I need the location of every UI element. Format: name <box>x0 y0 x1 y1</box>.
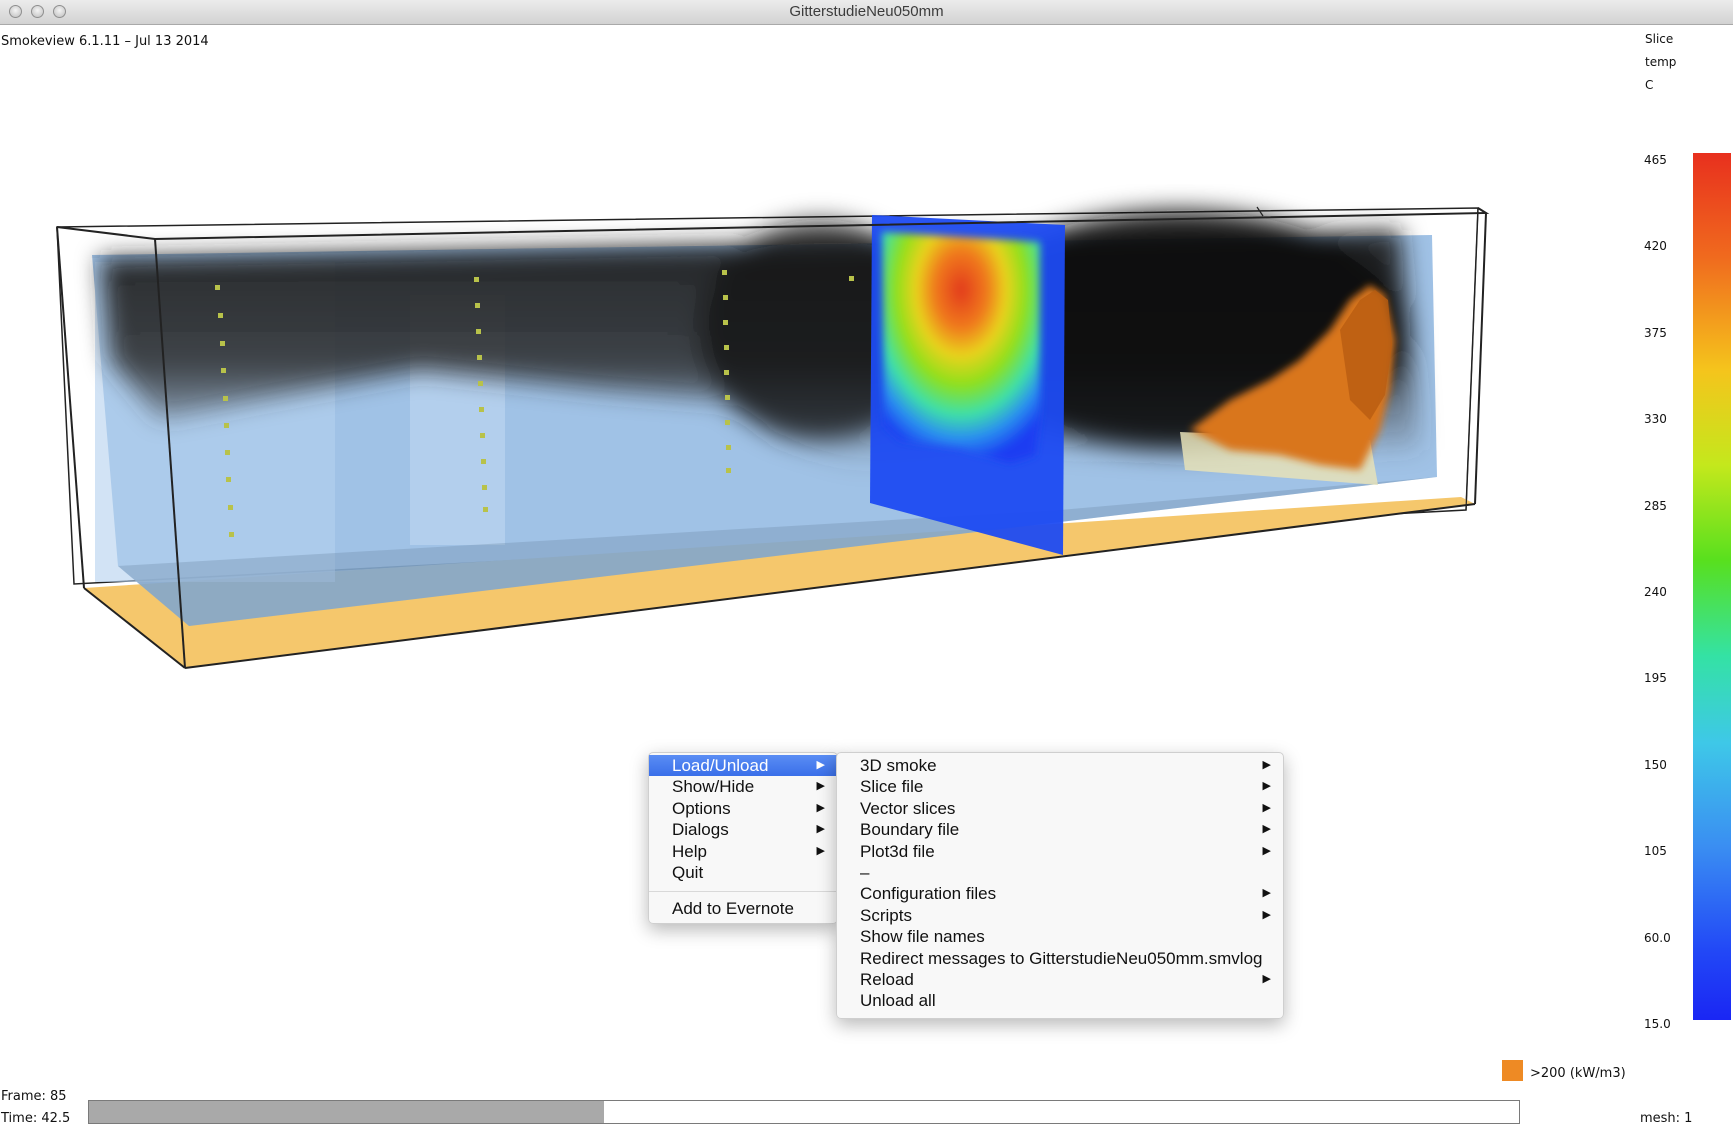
submenu-item-3d-smoke[interactable]: 3D smoke ▶ <box>837 755 1283 776</box>
menu-item-label: Load/Unload <box>672 756 769 775</box>
submenu-arrow-icon: ▶ <box>1262 972 1271 985</box>
submenu-arrow-icon: ▶ <box>816 823 825 836</box>
slice-hot-region <box>882 232 1040 463</box>
colorbar-type-label: Slice <box>1645 32 1674 46</box>
submenu-arrow-icon: ▶ <box>1262 801 1271 814</box>
submenu-item-configuration-files[interactable]: Configuration files ▶ <box>837 883 1283 904</box>
submenu-item-show-file-names[interactable]: Show file names <box>837 926 1283 947</box>
submenu-item-reload[interactable]: Reload ▶ <box>837 969 1283 990</box>
time-slider-progress <box>89 1101 604 1123</box>
menu-item-label: Reload <box>860 969 914 989</box>
submenu-item-redirect-messages-to-gitterstudieneu050mm-smvlog[interactable]: Redirect messages to GitterstudieNeu050m… <box>837 948 1283 969</box>
window-title: GitterstudieNeu050mm <box>789 3 944 20</box>
colorbar-unit-label: C <box>1645 78 1654 92</box>
colorbar-tick-label: 285 <box>1644 498 1667 513</box>
menu-item-load-unload[interactable]: Load/Unload ▶ <box>649 755 837 777</box>
colorbar-tick-label: 420 <box>1644 239 1667 254</box>
submenu-arrow-icon: ▶ <box>1262 759 1271 771</box>
menu-item-options[interactable]: Options ▶ <box>649 798 837 819</box>
hrr-legend-label: >200 (kW/m3) <box>1530 1066 1626 1081</box>
menu-item-label: Slice file <box>860 777 924 797</box>
menu-item-label: Show file names <box>860 927 985 947</box>
colorbar-tick-label: 375 <box>1644 325 1667 340</box>
submenu-arrow-icon: ▶ <box>816 759 825 771</box>
menu-item-dialogs[interactable]: Dialogs ▶ <box>649 819 837 840</box>
menu-item-label: Vector slices <box>860 798 956 818</box>
submenu-item-scripts[interactable]: Scripts ▶ <box>837 905 1283 926</box>
time-slider[interactable] <box>88 1100 1520 1124</box>
submenu-arrow-icon: ▶ <box>1262 908 1271 921</box>
load-unload-submenu: 3D smoke ▶ Slice file ▶ Vector slices ▶ Bounda… <box>836 752 1284 1019</box>
menu-item-show-hide[interactable]: Show/Hide ▶ <box>649 776 837 797</box>
menu-item-label: Help <box>672 841 707 861</box>
menu-item-label: Dialogs <box>672 820 729 840</box>
submenu-item-slice-file[interactable]: Slice file ▶ <box>837 776 1283 797</box>
submenu-arrow-icon: ▶ <box>1262 887 1271 900</box>
submenu-arrow-icon: ▶ <box>816 844 825 857</box>
menu-separator <box>649 891 837 893</box>
colorbar-tick-label: 240 <box>1644 585 1667 599</box>
menu-item-quit[interactable]: Quit <box>649 862 837 883</box>
menu-item-label: Options <box>672 798 731 818</box>
submenu-item-separator[interactable]: – <box>837 862 1283 883</box>
context-menu: Load/Unload ▶ Show/Hide ▶ Options ▶ Dialogs ▶ He… <box>648 752 838 924</box>
menu-item-add-to-evernote[interactable]: Add to Evernote <box>649 898 837 919</box>
frame-label: Frame: 85 <box>1 1089 67 1104</box>
submenu-arrow-icon: ▶ <box>1262 780 1271 793</box>
hrr-legend-swatch <box>1502 1060 1523 1081</box>
colorbar-tick-label: 60.0 <box>1644 930 1671 945</box>
colorbar-tick-label: 150 <box>1644 757 1667 772</box>
window-titlebar: GitterstudieNeu050mm <box>0 0 1733 25</box>
submenu-item-boundary-file[interactable]: Boundary file ▶ <box>837 819 1283 840</box>
submenu-item-vector-slices[interactable]: Vector slices ▶ <box>837 798 1283 819</box>
time-label: Time: 42.5 <box>1 1111 71 1126</box>
menu-item-label: – <box>860 862 870 882</box>
colorbar-tick-label: 465 <box>1644 153 1667 167</box>
colorbar-tick-label: 105 <box>1644 844 1667 859</box>
submenu-item-unload-all[interactable]: Unload all <box>837 990 1283 1011</box>
menu-item-label: 3D smoke <box>860 756 937 775</box>
submenu-item-plot3d-file[interactable]: Plot3d file ▶ <box>837 841 1283 862</box>
colorbar-tick-label: 330 <box>1644 412 1667 427</box>
submenu-arrow-icon: ▶ <box>1262 823 1271 836</box>
menu-item-label: Redirect messages to GitterstudieNeu050m… <box>860 948 1263 968</box>
menu-item-help[interactable]: Help ▶ <box>649 841 837 862</box>
mesh-label: mesh: 1 <box>1640 1111 1693 1126</box>
submenu-arrow-icon: ▶ <box>1262 844 1271 857</box>
menu-item-label: Show/Hide <box>672 777 755 797</box>
menu-item-label: Plot3d file <box>860 841 935 861</box>
submenu-arrow-icon: ▶ <box>816 801 825 814</box>
menu-item-label: Configuration files <box>860 884 997 904</box>
menu-item-label: Quit <box>672 862 704 882</box>
submenu-arrow-icon: ▶ <box>816 780 825 793</box>
menu-item-label: Boundary file <box>860 820 960 840</box>
menu-item-label: Scripts <box>860 905 912 925</box>
colorbar-tick-label: 15.0 <box>1644 1017 1671 1031</box>
temperature-colorbar <box>1693 153 1731 1020</box>
colorbar-quantity-label: temp <box>1645 55 1677 69</box>
menu-item-label: Unload all <box>860 991 936 1011</box>
colorbar-tick-label: 195 <box>1644 671 1667 686</box>
